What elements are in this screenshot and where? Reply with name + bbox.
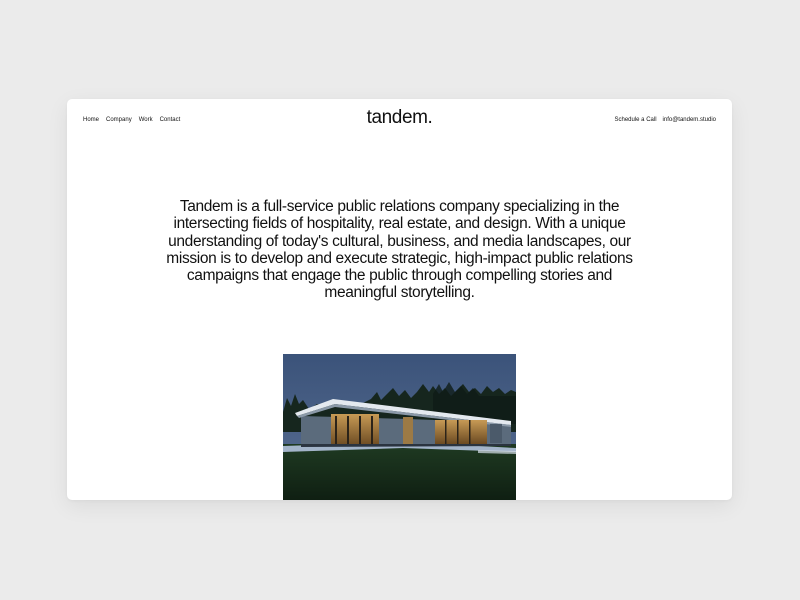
page-card: Home Company Work Contact tandem. Schedu… (67, 99, 732, 500)
modern-house-photo (283, 354, 516, 500)
hero-image (283, 354, 516, 500)
header-actions: Schedule a Call info@tandem.studio (615, 116, 717, 124)
schedule-call-link[interactable]: Schedule a Call (615, 116, 657, 124)
mission-statement: Tandem is a full-service public relation… (166, 198, 633, 302)
email-link[interactable]: info@tandem.studio (663, 116, 716, 124)
